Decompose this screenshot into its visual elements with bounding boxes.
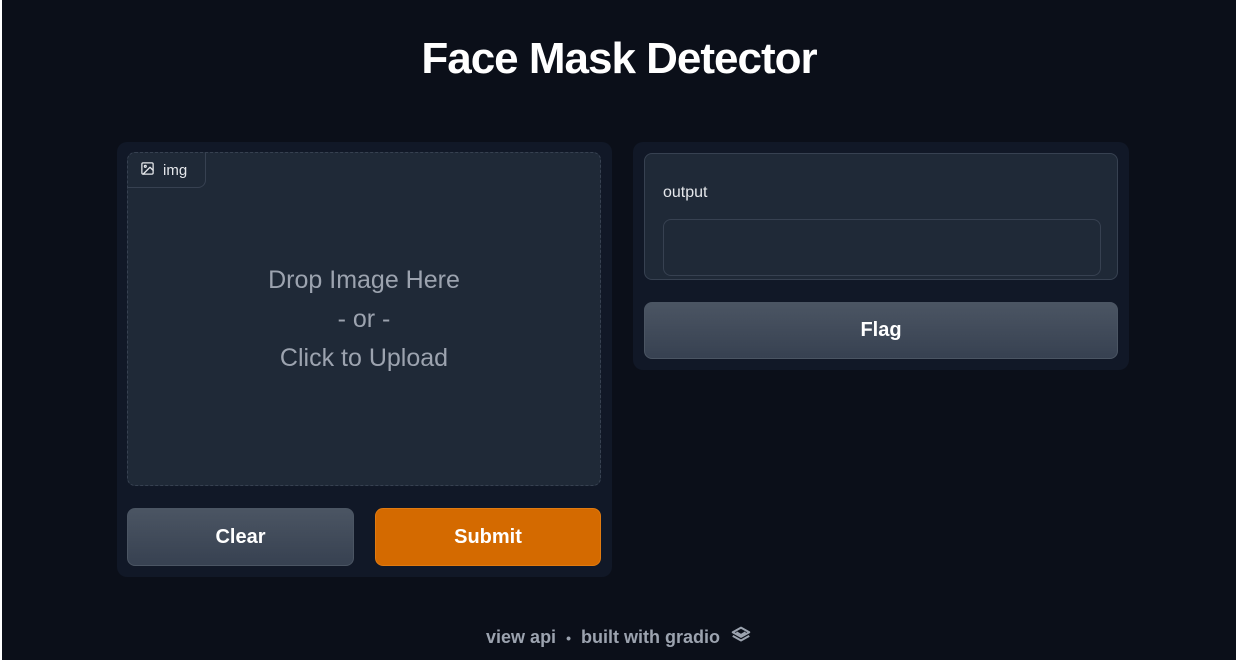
upload-instructions: Drop Image Here - or - Click to Upload xyxy=(128,261,600,378)
gradio-logo-icon xyxy=(730,624,752,651)
flag-button[interactable]: Flag xyxy=(644,302,1118,359)
image-label-text: img xyxy=(163,161,188,179)
footer-separator: • xyxy=(566,629,571,646)
image-icon xyxy=(140,161,155,180)
output-label: output xyxy=(663,184,708,201)
view-api-link[interactable]: view api xyxy=(486,627,556,648)
output-textbox[interactable] xyxy=(663,219,1101,276)
output-block: output xyxy=(644,153,1118,280)
image-input-label: img xyxy=(128,153,206,188)
or-text: - or - xyxy=(337,305,391,333)
drop-image-text: Drop Image Here xyxy=(268,266,460,294)
page-title: Face Mask Detector xyxy=(421,34,817,83)
output-panel: output Flag xyxy=(633,142,1129,370)
app-page: Face Mask Detector img Drop Image Here -… xyxy=(0,0,1238,660)
clear-button[interactable]: Clear xyxy=(127,508,354,566)
footer: view api • built with gradio xyxy=(2,624,1236,651)
input-panel: img Drop Image Here - or - Click to Uplo… xyxy=(117,142,612,577)
built-with-gradio-link[interactable]: built with gradio xyxy=(581,627,720,648)
image-upload-dropzone[interactable]: img Drop Image Here - or - Click to Uplo… xyxy=(127,152,601,486)
click-to-upload-text: Click to Upload xyxy=(279,344,449,372)
submit-button[interactable]: Submit xyxy=(375,508,601,566)
